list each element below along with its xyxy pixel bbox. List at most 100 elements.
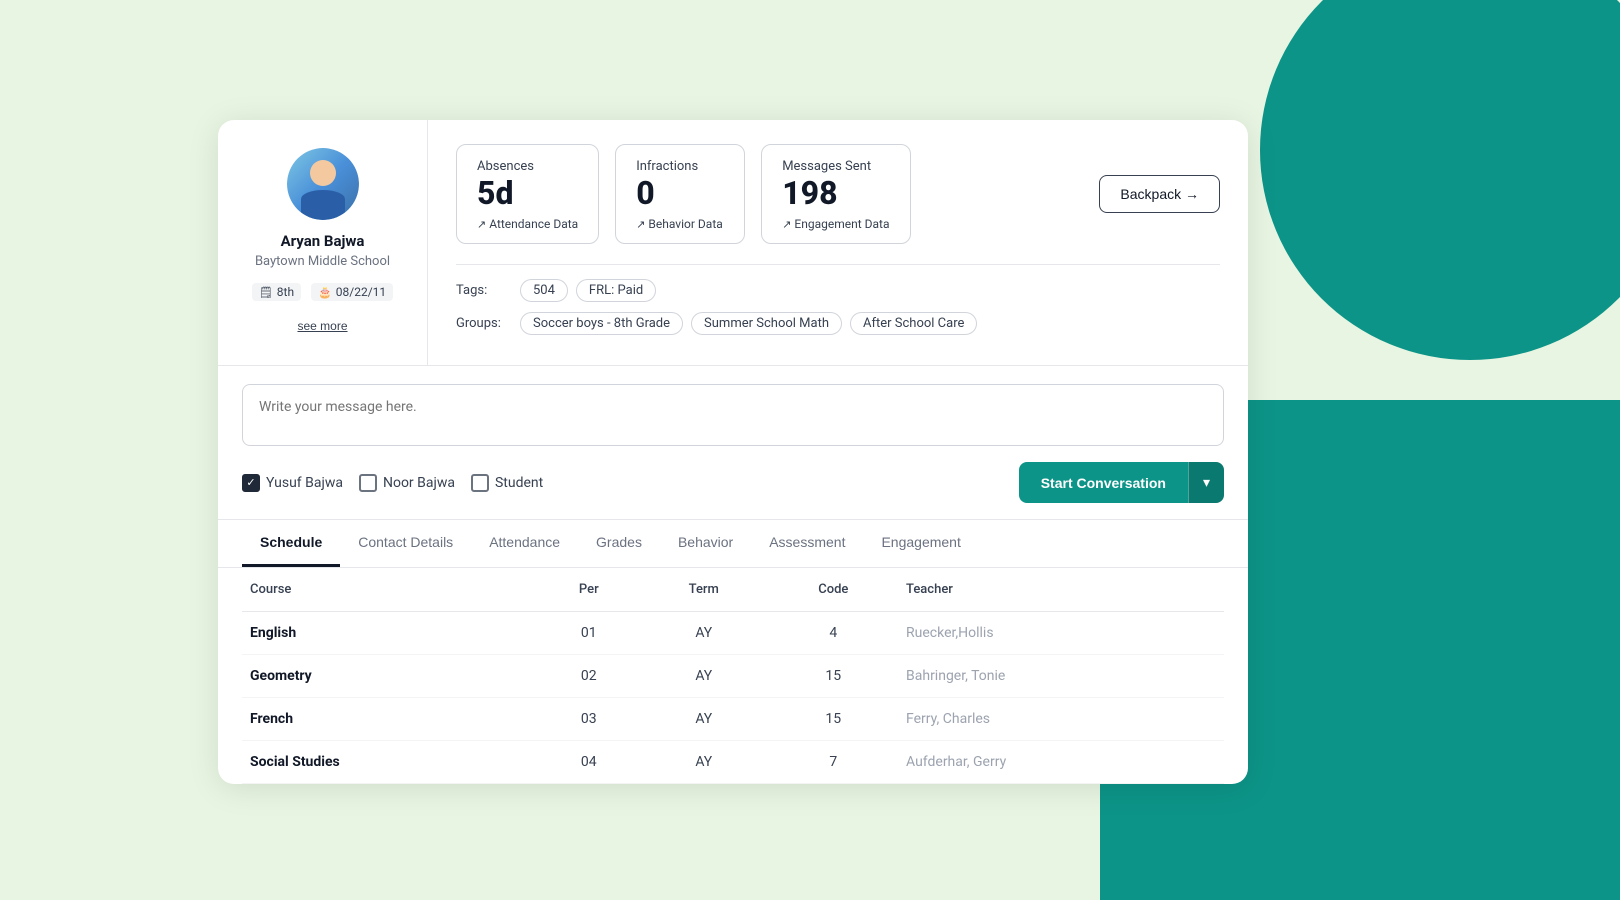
infractions-card: Infractions 0 ↗ Behavior Data — [615, 144, 745, 244]
table-row: English 01 AY 4 Ruecker,Hollis — [242, 612, 1224, 655]
table-row: French 03 AY 15 Ferry, Charles — [242, 698, 1224, 741]
per-geometry: 02 — [539, 655, 639, 698]
grade-value: 8th — [277, 285, 294, 299]
infractions-arrow-icon: ↗ — [636, 218, 645, 231]
code-english: 4 — [769, 612, 898, 655]
tab-grades[interactable]: Grades — [578, 520, 660, 567]
tab-attendance[interactable]: Attendance — [471, 520, 578, 567]
absences-card: Absences 5d ↗ Attendance Data — [456, 144, 599, 244]
teacher-french: Ferry, Charles — [898, 698, 1224, 741]
bg-circle-decoration — [1260, 0, 1620, 360]
tab-schedule[interactable]: Schedule — [242, 520, 340, 567]
teacher-english: Ruecker,Hollis — [898, 612, 1224, 655]
course-geometry: Geometry — [242, 655, 539, 698]
col-header-teacher: Teacher — [898, 568, 1224, 612]
table-header-row: Course Per Term Code Teacher — [242, 568, 1224, 612]
col-header-code: Code — [769, 568, 898, 612]
tab-engagement[interactable]: Engagement — [863, 520, 978, 567]
term-social-studies: AY — [639, 741, 769, 784]
avatar — [287, 148, 359, 220]
groups-row: Groups: Soccer boys - 8th Grade Summer S… — [456, 312, 1220, 335]
group-chip-afterschool[interactable]: After School Care — [850, 312, 977, 335]
code-social-studies: 7 — [769, 741, 898, 784]
student-name: Aryan Bajwa — [281, 232, 365, 250]
absences-arrow-icon: ↗ — [477, 218, 486, 231]
checkbox-student[interactable] — [471, 474, 489, 492]
checkbox-group: ✓ Yusuf Bajwa Noor Bajwa Student — [242, 474, 1019, 492]
table-body: English 01 AY 4 Ruecker,Hollis Geometry … — [242, 612, 1224, 784]
tags-row: Tags: 504 FRL: Paid — [456, 279, 1220, 302]
per-social-studies: 04 — [539, 741, 639, 784]
tags-groups-section: Tags: 504 FRL: Paid Groups: Soccer boys … — [456, 264, 1220, 335]
stats-row: Absences 5d ↗ Attendance Data Infraction… — [456, 144, 1220, 244]
term-geometry: AY — [639, 655, 769, 698]
tab-behavior[interactable]: Behavior — [660, 520, 751, 567]
see-more-button[interactable]: see more — [297, 319, 347, 333]
tabs-section: Schedule Contact Details Attendance Grad… — [218, 520, 1248, 568]
term-french: AY — [639, 698, 769, 741]
col-header-course: Course — [242, 568, 539, 612]
dob-value: 08/22/11 — [336, 285, 386, 299]
messages-card: Messages Sent 198 ↗ Engagement Data — [761, 144, 910, 244]
code-geometry: 15 — [769, 655, 898, 698]
table-row: Social Studies 04 AY 7 Aufderhar, Gerry — [242, 741, 1224, 784]
dob-icon: 🎂 — [318, 286, 332, 299]
table-row: Geometry 02 AY 15 Bahringer, Tonie — [242, 655, 1224, 698]
tag-chip-frl[interactable]: FRL: Paid — [576, 279, 656, 302]
dob-badge: 🎂 08/22/11 — [311, 283, 393, 301]
absences-value: 5d — [477, 176, 578, 211]
tag-chip-504[interactable]: 504 — [520, 279, 568, 302]
messages-label: Messages Sent — [782, 159, 889, 174]
start-conversation-button[interactable]: Start Conversation — [1019, 462, 1188, 503]
recipient-yusuf-label: Yusuf Bajwa — [266, 475, 343, 491]
teacher-social-studies: Aufderhar, Gerry — [898, 741, 1224, 784]
tab-contact-details[interactable]: Contact Details — [340, 520, 471, 567]
infractions-value: 0 — [636, 176, 724, 211]
grade-badge: 🗒 8th — [252, 283, 301, 301]
checkbox-noor[interactable] — [359, 474, 377, 492]
checkbox-yusuf[interactable]: ✓ — [242, 474, 260, 492]
messages-link[interactable]: ↗ Engagement Data — [782, 217, 889, 231]
grade-icon: 🗒 — [259, 286, 273, 299]
recipient-noor-label: Noor Bajwa — [383, 475, 455, 491]
school-name: Baytown Middle School — [255, 254, 390, 269]
table-header: Course Per Term Code Teacher — [242, 568, 1224, 612]
backpack-button[interactable]: Backpack → — [1099, 175, 1220, 213]
group-chip-summermath[interactable]: Summer School Math — [691, 312, 842, 335]
avatar-image — [287, 148, 359, 220]
recipient-yusuf[interactable]: ✓ Yusuf Bajwa — [242, 474, 343, 492]
message-section: ✓ Yusuf Bajwa Noor Bajwa Student Start C… — [218, 366, 1248, 520]
per-french: 03 — [539, 698, 639, 741]
recipient-student[interactable]: Student — [471, 474, 543, 492]
message-actions: ✓ Yusuf Bajwa Noor Bajwa Student Start C… — [242, 462, 1224, 503]
term-english: AY — [639, 612, 769, 655]
col-header-term: Term — [639, 568, 769, 612]
infractions-label: Infractions — [636, 159, 724, 174]
group-chip-soccer[interactable]: Soccer boys - 8th Grade — [520, 312, 683, 335]
tags-label: Tags: — [456, 283, 512, 298]
groups-label: Groups: — [456, 316, 512, 331]
tab-assessment[interactable]: Assessment — [751, 520, 863, 567]
tabs-list: Schedule Contact Details Attendance Grad… — [242, 520, 1224, 567]
start-conversation-button-wrap: Start Conversation ▾ — [1019, 462, 1224, 503]
table-section: Course Per Term Code Teacher English 01 … — [218, 568, 1248, 784]
infractions-link[interactable]: ↗ Behavior Data — [636, 217, 724, 231]
start-conversation-chevron[interactable]: ▾ — [1188, 462, 1224, 503]
col-header-per: Per — [539, 568, 639, 612]
absences-link[interactable]: ↗ Attendance Data — [477, 217, 578, 231]
course-social-studies: Social Studies — [242, 741, 539, 784]
code-french: 15 — [769, 698, 898, 741]
left-panel: Aryan Bajwa Baytown Middle School 🗒 8th … — [218, 120, 428, 365]
per-english: 01 — [539, 612, 639, 655]
messages-value: 198 — [782, 176, 889, 211]
student-meta: 🗒 8th 🎂 08/22/11 — [252, 283, 393, 301]
main-card: Aryan Bajwa Baytown Middle School 🗒 8th … — [218, 120, 1248, 784]
teacher-geometry: Bahringer, Tonie — [898, 655, 1224, 698]
recipient-noor[interactable]: Noor Bajwa — [359, 474, 455, 492]
recipient-student-label: Student — [495, 475, 543, 491]
messages-arrow-icon: ↗ — [782, 218, 791, 231]
absences-label: Absences — [477, 159, 578, 174]
schedule-table: Course Per Term Code Teacher English 01 … — [242, 568, 1224, 784]
message-input[interactable] — [242, 384, 1224, 446]
right-panel: Absences 5d ↗ Attendance Data Infraction… — [428, 120, 1248, 365]
